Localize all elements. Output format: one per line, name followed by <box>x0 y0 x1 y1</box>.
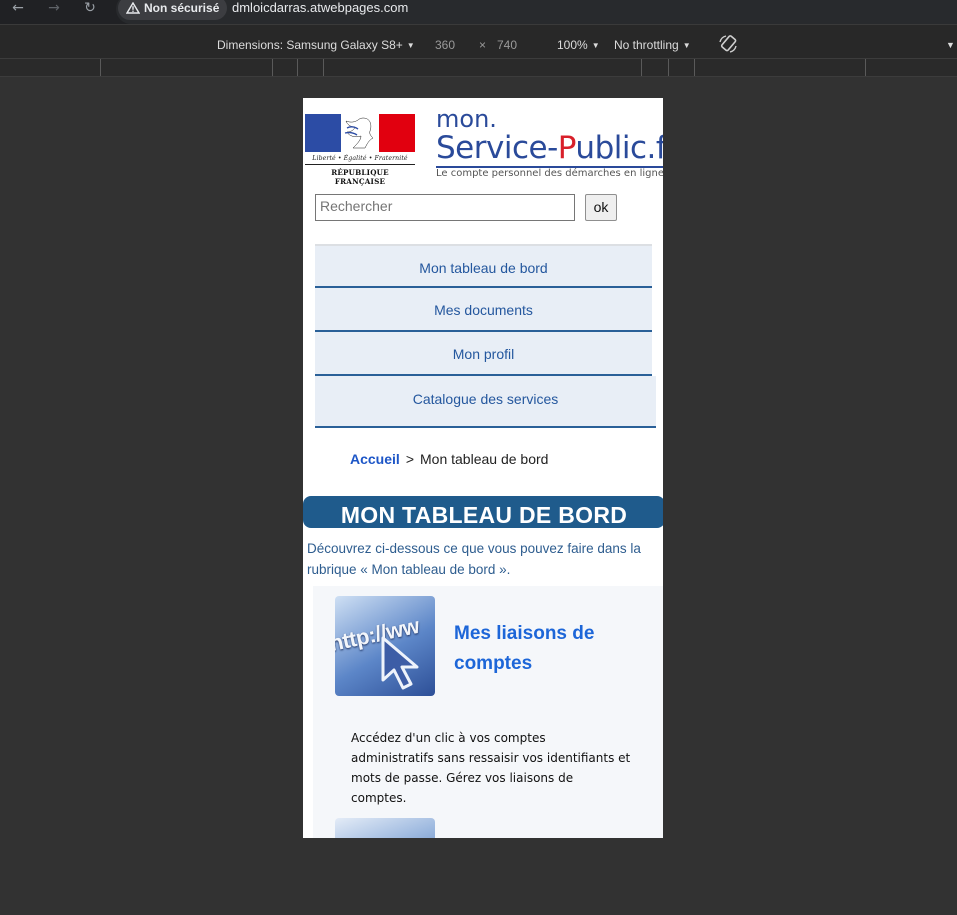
chevron-down-icon: ▼ <box>406 41 415 50</box>
menu-item-catalogue[interactable]: Catalogue des services <box>315 376 656 428</box>
service-card: http://ww Mes liaisons de comptes Accéde… <box>313 586 663 838</box>
flag-icon <box>305 114 415 152</box>
viewport-height-input[interactable]: 740 <box>497 38 517 52</box>
republic-motto: Liberté • Égalité • Fraternité <box>312 155 408 162</box>
link-thumbnail-icon[interactable]: http://ww <box>335 596 435 696</box>
breadcrumb: Accueil > Mon tableau de bord <box>350 451 548 467</box>
back-icon[interactable]: ← <box>8 0 28 18</box>
zoom-select[interactable]: 100% ▼ <box>557 38 600 53</box>
republic-name: RÉPUBLIQUE FRANÇAISE <box>331 168 389 186</box>
device-dimensions-select[interactable]: Dimensions: Samsung Galaxy S8+ ▼ <box>217 38 415 53</box>
site-header: Liberté • Égalité • Fraternité RÉPUBLIQU… <box>303 98 663 188</box>
menu-item-tableau-de-bord[interactable]: Mon tableau de bord <box>315 244 652 288</box>
zoom-label: 100% <box>557 38 588 52</box>
device-dimensions-label: Dimensions: Samsung Galaxy S8+ <box>217 38 403 52</box>
viewport-width-input[interactable]: 360 <box>435 38 455 52</box>
media-query-ruler <box>0 58 957 77</box>
divider <box>305 164 415 165</box>
reload-icon[interactable]: ↻ <box>80 0 100 18</box>
brand-tagline: Le compte personnel des démarches en lig… <box>436 168 663 179</box>
next-thumbnail-icon[interactable] <box>335 818 435 838</box>
page-title: MON TABLEAU DE BORD <box>303 496 663 528</box>
republique-francaise-logo[interactable]: Liberté • Égalité • Fraternité RÉPUBLIQU… <box>305 114 415 186</box>
chevron-down-icon: ▼ <box>682 41 691 50</box>
intro-text: Découvrez ci-dessous ce que vous pouvez … <box>307 541 641 577</box>
chevron-down-icon: ▼ <box>591 41 600 50</box>
brand-mon: mon. <box>436 105 497 133</box>
throttling-label: No throttling <box>614 38 679 52</box>
dimension-times: × <box>479 38 487 52</box>
rotate-icon[interactable] <box>718 34 738 54</box>
card-description: Accédez d'un clic à vos comptes administ… <box>351 731 631 805</box>
menu-item-documents[interactable]: Mes documents <box>315 288 652 332</box>
device-toolbar: Dimensions: Samsung Galaxy S8+ ▼ 360 × 74… <box>0 24 957 58</box>
card-title-link[interactable]: Mes liaisons de comptes <box>454 619 634 679</box>
menu-item-profil[interactable]: Mon profil <box>315 332 652 376</box>
breadcrumb-separator: > <box>405 451 414 467</box>
breadcrumb-current: Mon tableau de bord <box>420 451 549 467</box>
forward-icon[interactable]: → <box>44 0 64 18</box>
brand-name: Service-Public.fr <box>436 130 663 166</box>
service-public-logo[interactable]: mon. Service-Public.fr Le compte personn… <box>436 106 663 188</box>
search-input[interactable]: Rechercher <box>315 194 575 221</box>
security-chip[interactable]: Non sécurisé <box>118 0 228 20</box>
main-menu: Mon tableau de bord Mes documents Mon pr… <box>315 244 656 428</box>
browser-address-bar: ← → ↻ Non sécurisé dmloicdarras.atwebpag… <box>0 0 957 24</box>
security-label: Non sécurisé <box>144 1 220 15</box>
cursor-icon <box>381 636 419 690</box>
device-viewport: Liberté • Égalité • Fraternité RÉPUBLIQU… <box>303 98 663 838</box>
more-options-icon[interactable]: ▼ <box>946 38 955 52</box>
throttling-select[interactable]: No throttling ▼ <box>614 38 691 53</box>
breadcrumb-home-link[interactable]: Accueil <box>350 451 400 467</box>
url-text[interactable]: dmloicdarras.atwebpages.com <box>232 0 408 16</box>
search-ok-button[interactable]: ok <box>585 194 617 221</box>
warning-icon <box>126 2 140 14</box>
